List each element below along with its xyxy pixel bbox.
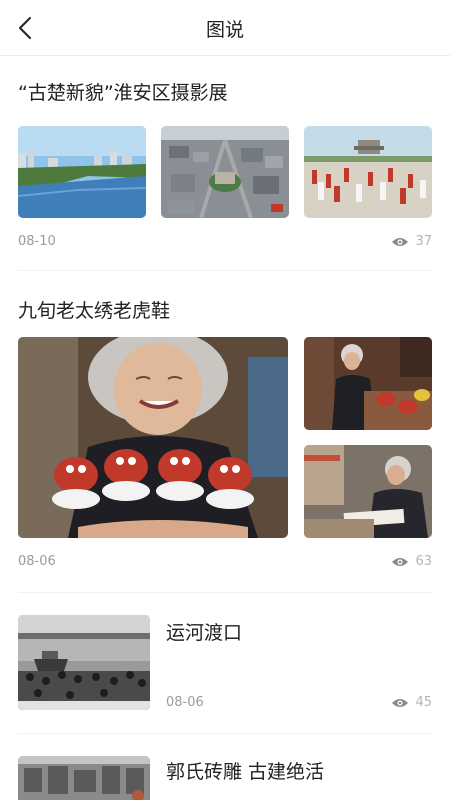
post-views: 45 [391, 695, 432, 710]
eye-icon [392, 698, 409, 707]
post-title[interactable]: 九旬老太绣老虎鞋 [18, 296, 170, 323]
post-divider [18, 592, 432, 593]
post-date: 08-10 [18, 234, 56, 249]
post-photo-square-dancers[interactable] [304, 126, 432, 218]
post-title[interactable]: 郭氏砖雕 古建绝活 [166, 757, 324, 784]
page-title: 图说 [205, 19, 244, 41]
post-photo-aerial-town[interactable] [161, 126, 289, 218]
eye-icon [392, 237, 409, 246]
view-count: 45 [415, 695, 432, 710]
post-photo-brick-carving[interactable] [18, 756, 150, 800]
top-navigation-bar: 图说 [0, 0, 450, 56]
post-photo-elderly-woman-tiger-shoes[interactable] [18, 337, 288, 538]
post-photo-river-city[interactable] [18, 126, 146, 218]
post-photo-woman-sewing[interactable] [304, 337, 432, 430]
eye-icon [392, 557, 409, 566]
post-title[interactable]: 运河渡口 [166, 618, 242, 645]
post-divider [18, 270, 432, 271]
post-views: 37 [391, 234, 432, 249]
post-photo-canal-ferry[interactable] [18, 615, 150, 710]
post-divider [18, 733, 432, 734]
post-views: 63 [391, 554, 432, 569]
post-date: 08-06 [166, 695, 204, 710]
post-photo-woman-reading[interactable] [304, 445, 432, 538]
post-title[interactable]: “古楚新貌”淮安区摄影展 [18, 78, 228, 105]
post-date: 08-06 [18, 554, 56, 569]
view-count: 63 [415, 554, 432, 569]
view-count: 37 [415, 234, 432, 249]
